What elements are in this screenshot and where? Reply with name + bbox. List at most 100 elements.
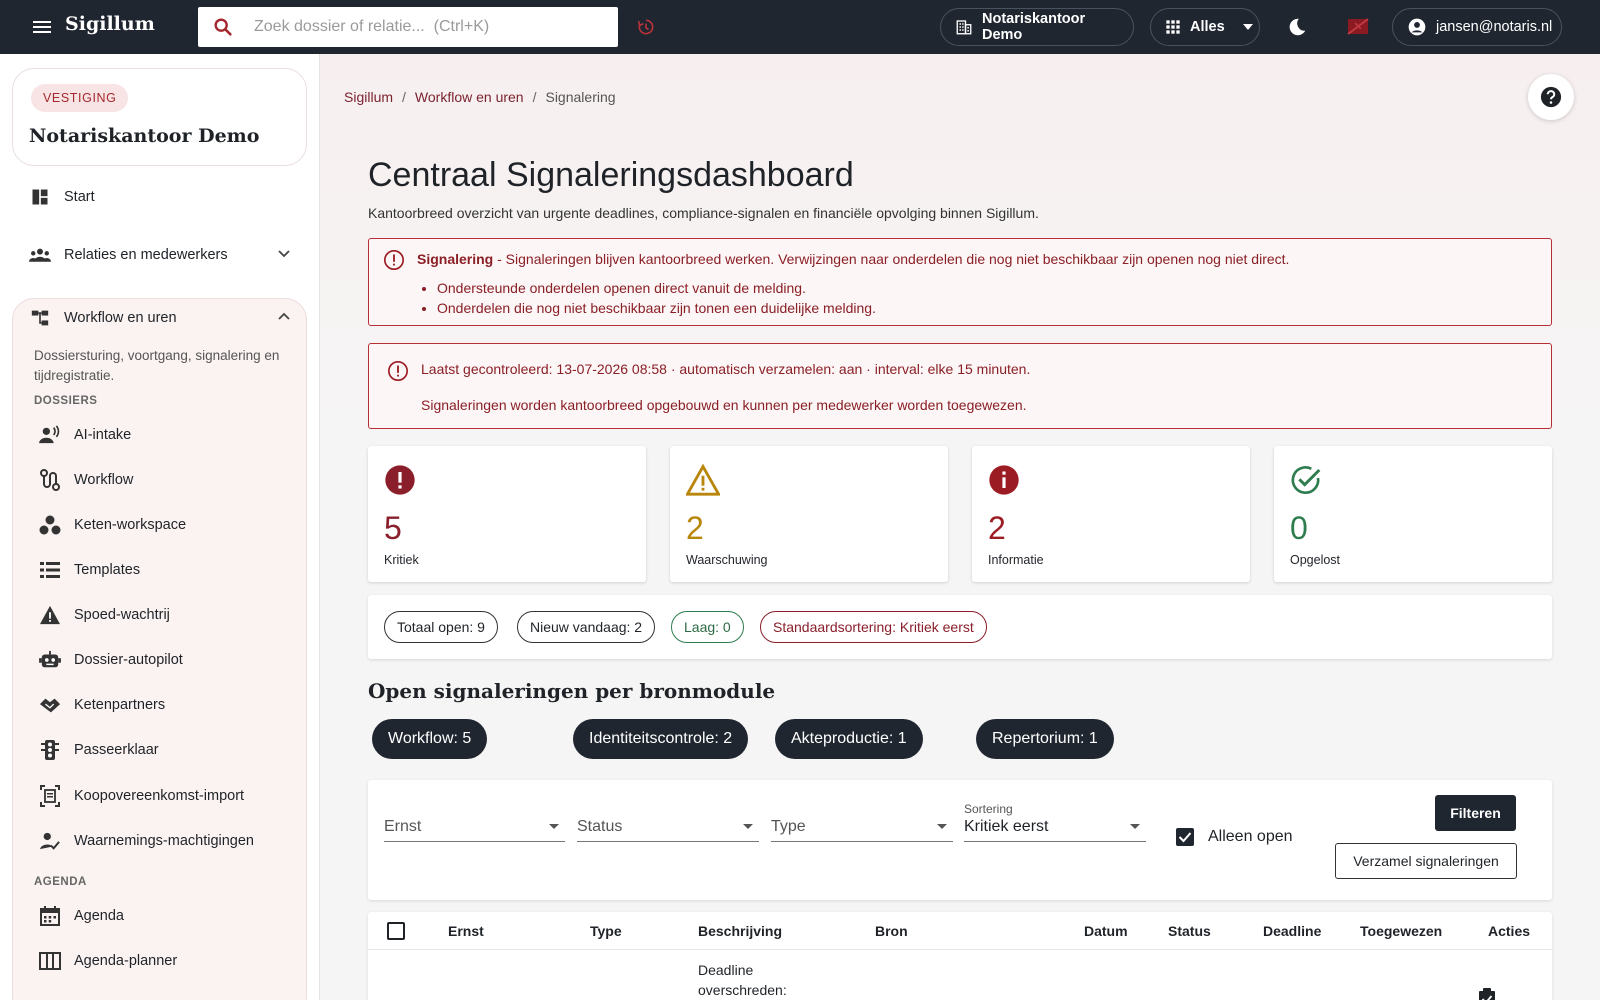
column-header-beschrijving[interactable]: Beschrijving — [698, 923, 782, 939]
column-header-acties: Acties — [1488, 923, 1531, 939]
vestiging-name: Notariskantoor Demo — [29, 125, 260, 147]
sidebar-item-keten-workspace[interactable]: Keten-workspace — [38, 512, 186, 538]
sidebar-item-start[interactable]: Start — [28, 185, 95, 209]
sidebar-item-ketenpartners[interactable]: Ketenpartners — [38, 692, 165, 718]
sidebar-item-workflow-en-uren[interactable]: Workflow en uren — [28, 306, 177, 330]
signalering-alert: Signalering - Signaleringen blijven kant… — [368, 238, 1552, 326]
sidebar-item-label: AI-intake — [74, 427, 132, 443]
task-check-icon[interactable] — [1478, 988, 1496, 1000]
type-select[interactable]: Type — [771, 802, 953, 842]
column-header-bron[interactable]: Bron — [875, 923, 908, 939]
stat-card-informatie[interactable]: 2 Informatie — [972, 446, 1250, 582]
collect-signals-button[interactable]: Verzamel signaleringen — [1335, 843, 1517, 879]
stat-label: Waarschuwing — [686, 553, 768, 567]
check-circle-icon — [1290, 464, 1322, 496]
sidebar-item-dossier-autopilot[interactable]: Dossier-autopilot — [38, 647, 183, 673]
sidebar-item-label: Agenda-planner — [74, 953, 178, 969]
summary-chip-bar: Totaal open: 9 Nieuw vandaag: 2 Laag: 0 … — [368, 595, 1552, 659]
select-all-checkbox[interactable] — [387, 922, 405, 940]
sidebar-item-agenda-planner[interactable]: Agenda-planner — [38, 948, 177, 974]
scope-selector[interactable]: Alles — [1150, 8, 1260, 46]
workflow-description: Dossiersturing, voortgang, signalering e… — [34, 348, 280, 383]
only-open-checkbox[interactable] — [1176, 828, 1194, 846]
module-chip-workflow[interactable]: Workflow: 5 — [372, 719, 488, 759]
status-select[interactable]: Status — [577, 802, 759, 842]
sidebar-item-label: Passeerklaar — [74, 742, 159, 758]
stat-value: 2 — [686, 510, 704, 546]
module-chip-akteproductie[interactable]: Akteproductie: 1 — [775, 719, 923, 759]
filter-button[interactable]: Filteren — [1435, 795, 1516, 831]
alert-bullet: Onderdelen die nog niet beschikbaar zijn… — [437, 298, 876, 318]
user-menu[interactable]: jansen@notaris.nl — [1392, 8, 1562, 46]
brand-logo[interactable]: Sigillum — [65, 13, 155, 35]
chip-low[interactable]: Laag: 0 — [671, 611, 744, 643]
sidebar-item-templates[interactable]: Templates — [38, 557, 140, 583]
calendar-icon — [38, 906, 62, 926]
sidebar-item-agenda[interactable]: Agenda — [38, 903, 124, 929]
search-input[interactable] — [254, 15, 604, 39]
chip-default-sort[interactable]: Standaardsortering: Kritiek eerst — [760, 611, 987, 643]
module-chip-identiteitscontrole[interactable]: Identiteitscontrole: 2 — [573, 719, 749, 759]
stat-value: 2 — [988, 510, 1006, 546]
stat-card-waarschuwing[interactable]: 2 Waarschuwing — [670, 446, 948, 582]
stat-label: Opgelost — [1290, 553, 1341, 567]
ernst-select[interactable]: Ernst — [384, 802, 565, 842]
dropdown-arrow-icon — [549, 824, 559, 829]
warning-icon — [38, 605, 62, 625]
filter-card: Ernst Status Type Sortering Kritiek eers… — [368, 780, 1552, 900]
user-email: jansen@notaris.nl — [1436, 19, 1553, 35]
traffic-icon — [38, 739, 62, 761]
column-header-type[interactable]: Type — [590, 923, 622, 939]
module-chip-repertorium[interactable]: Repertorium: 1 — [976, 719, 1114, 759]
search-box — [198, 7, 618, 47]
help-icon — [1540, 86, 1562, 108]
column-header-toegewezen[interactable]: Toegewezen — [1360, 923, 1442, 939]
flag-icon[interactable] — [1346, 15, 1370, 39]
stat-card-opgelost[interactable]: 0 Opgelost — [1274, 446, 1552, 582]
voice-person-icon — [38, 425, 62, 445]
sidebar-item-waarnemings-machtigingen[interactable]: Waarnemings-machtigingen — [38, 828, 254, 854]
sidebar-item-label: Keten-workspace — [74, 517, 187, 533]
chevron-down-icon[interactable] — [278, 250, 292, 258]
column-header-ernst[interactable]: Ernst — [448, 923, 484, 939]
sidebar-item-relaties[interactable]: Relaties en medewerkers — [28, 243, 228, 267]
person-check-icon — [38, 831, 62, 851]
chip-new-today[interactable]: Nieuw vandaag: 2 — [517, 611, 656, 643]
vestiging-card[interactable]: VESTIGING Notariskantoor Demo — [12, 68, 307, 166]
column-header-datum[interactable]: Datum — [1084, 923, 1128, 939]
breadcrumb-root[interactable]: Sigillum — [344, 89, 393, 105]
column-header-deadline[interactable]: Deadline — [1263, 923, 1321, 939]
chevron-up-icon[interactable] — [278, 312, 292, 320]
sidebar: VESTIGING Notariskantoor Demo Start Rela… — [0, 54, 320, 1000]
history-icon[interactable] — [636, 17, 656, 37]
page-title: Centraal Signaleringsdashboard — [368, 156, 854, 194]
breadcrumb-section[interactable]: Workflow en uren — [415, 89, 524, 105]
sidebar-item-label: Relaties en medewerkers — [64, 247, 228, 263]
list-icon — [38, 561, 62, 579]
office-selector[interactable]: Notariskantoor Demo — [940, 8, 1134, 46]
sidebar-item-workflow[interactable]: Workflow — [38, 467, 133, 493]
info-icon — [988, 464, 1020, 496]
sidebar-item-ai-intake[interactable]: AI-intake — [38, 422, 131, 448]
sidebar-item-koopovereenkomst-import[interactable]: Koopovereenkomst-import — [38, 783, 244, 809]
sidebar-item-label: Koopovereenkomst-import — [74, 788, 245, 804]
moon-icon[interactable] — [1286, 16, 1308, 38]
sidebar-item-label: Ketenpartners — [74, 697, 166, 713]
alert-title: Signalering — [417, 251, 494, 267]
column-header-status[interactable]: Status — [1168, 923, 1211, 939]
dropdown-arrow-icon — [937, 824, 947, 829]
account-icon — [1407, 17, 1427, 37]
sidebar-item-spoed-wachtrij[interactable]: Spoed-wachtrij — [38, 602, 170, 628]
sort-select[interactable]: Sortering Kritiek eerst — [964, 802, 1146, 842]
warning-icon — [686, 464, 720, 496]
chip-total-open[interactable]: Totaal open: 9 — [384, 611, 498, 643]
handshake-icon — [38, 696, 62, 714]
menu-icon[interactable] — [30, 15, 54, 39]
help-button[interactable] — [1528, 74, 1574, 120]
stat-card-kritiek[interactable]: 5 Kritiek — [368, 446, 646, 582]
sidebar-item-passeerklaar[interactable]: Passeerklaar — [38, 737, 159, 763]
only-open-label[interactable]: Alleen open — [1208, 828, 1293, 846]
workspaces-icon — [38, 515, 62, 535]
alert-line: Signalering - Signaleringen blijven kant… — [417, 251, 1289, 267]
status-alert: Laatst gecontroleerd: 13-07-2026 08:58 ·… — [368, 343, 1552, 429]
